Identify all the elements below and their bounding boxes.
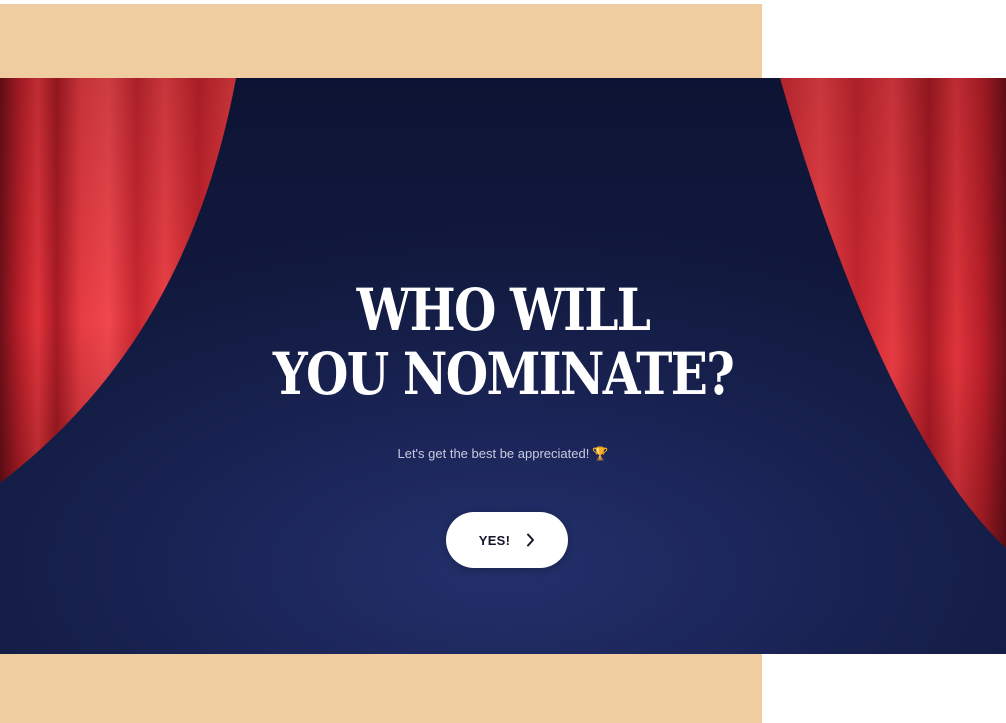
headline-line-1: WHO WILL <box>356 276 651 344</box>
chevron-right-icon <box>527 533 535 547</box>
hero-content: WHO WILL YOU NOMINATE? Let's get the bes… <box>0 78 1006 654</box>
yes-button[interactable]: YES! <box>446 512 568 568</box>
trophy-icon: 🏆 <box>592 446 609 461</box>
stage-hero: WHO WILL YOU NOMINATE? Let's get the bes… <box>0 78 1006 654</box>
page-title: WHO WILL YOU NOMINATE? <box>80 278 925 406</box>
headline-line-2: YOU NOMINATE? <box>272 340 735 408</box>
top-beige-band <box>0 4 762 78</box>
tagline: Let's get the best be appreciated! 🏆 <box>0 446 1006 462</box>
tagline-text: Let's get the best be appreciated! <box>397 446 590 461</box>
yes-button-label: YES! <box>478 532 511 548</box>
bottom-beige-band <box>0 654 762 723</box>
